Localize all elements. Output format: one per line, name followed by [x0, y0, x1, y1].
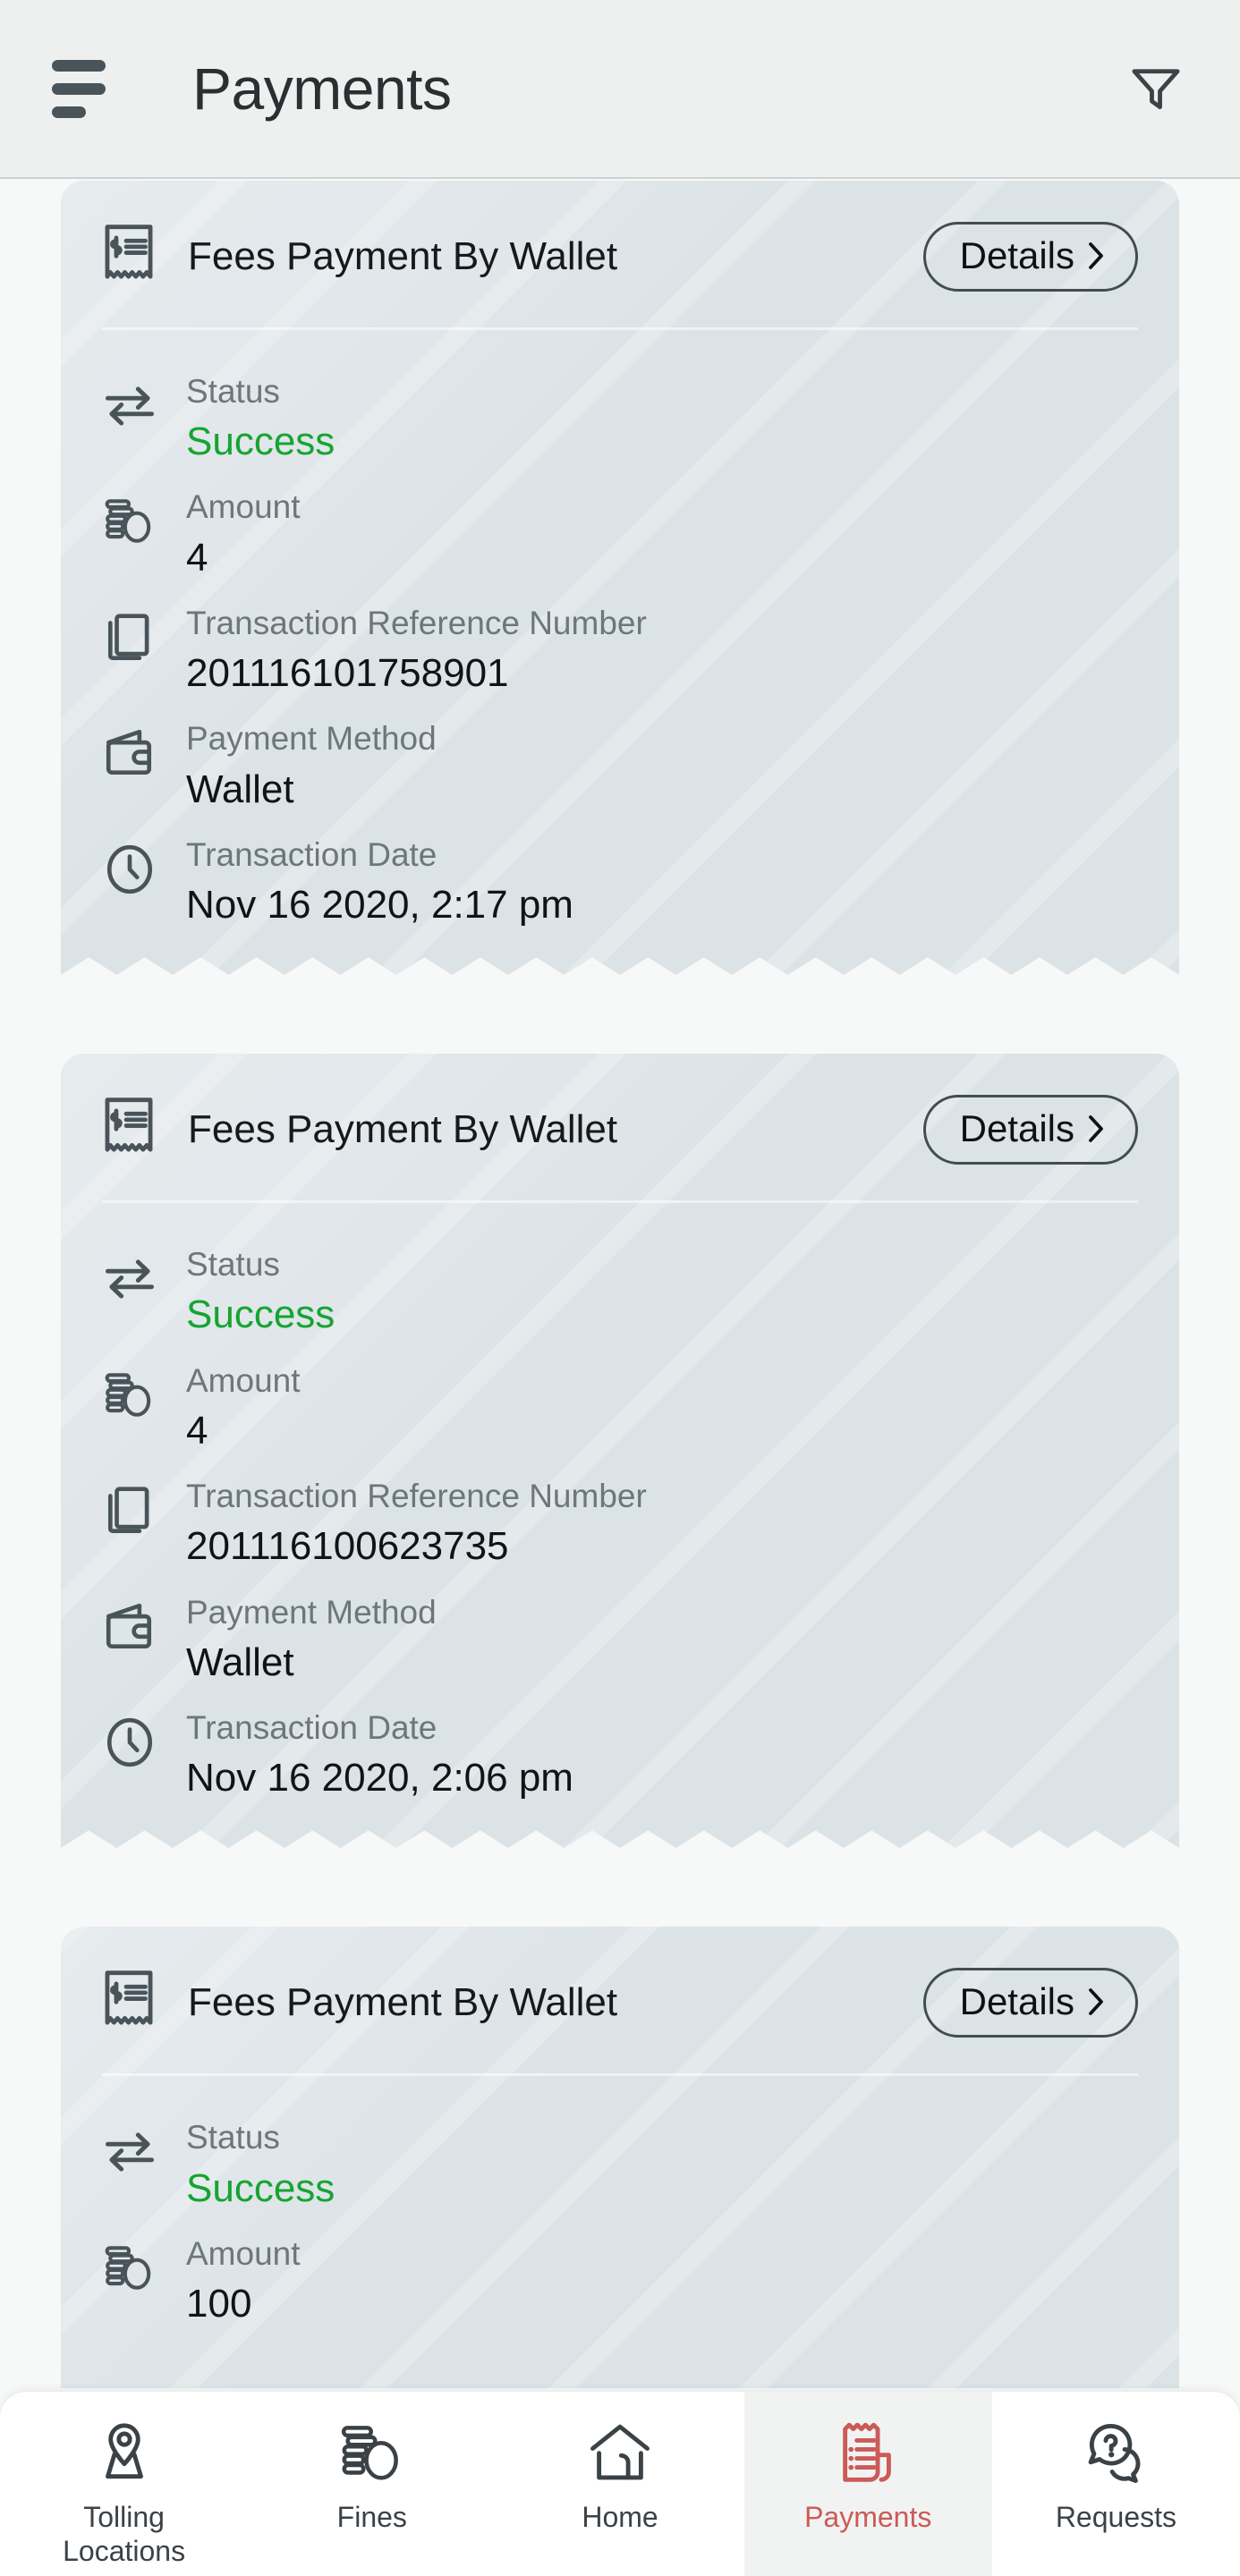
- method-value: Wallet: [186, 767, 294, 811]
- transfer-arrows-icon: [106, 386, 154, 426]
- amount-value: 100: [186, 2282, 252, 2326]
- amount-label: Amount: [186, 1361, 301, 1399]
- nav-label: Home: [582, 2501, 658, 2533]
- bottom-navigation: Tolling Locations Fines Home Payments Re…: [0, 2392, 1240, 2576]
- amount-row: Amount 4: [102, 467, 1138, 582]
- status-row: Status Success: [102, 2097, 1138, 2213]
- amount-label: Amount: [186, 2234, 301, 2272]
- status-value: Success: [186, 2165, 335, 2210]
- payments-list[interactable]: Fees Payment By Wallet Details Status Su…: [0, 181, 1240, 2392]
- hamburger-line-3: [52, 106, 86, 118]
- method-label: Payment Method: [186, 1593, 437, 1631]
- chevron-right-icon: [1089, 242, 1103, 269]
- wallet-icon: [106, 730, 152, 775]
- reference-value: 201116100623735: [186, 1524, 509, 1569]
- coins-stack-icon: [105, 2246, 151, 2290]
- home-house-icon: [585, 2415, 655, 2492]
- page-title: Payments: [192, 55, 452, 122]
- date-row: Transaction Date Nov 16 2020, 2:06 pm: [102, 1688, 1138, 1803]
- documents-copy-icon: [107, 614, 149, 660]
- chevron-right-icon: [1089, 1115, 1103, 1143]
- details-button-label: Details: [959, 1107, 1074, 1150]
- status-value: Success: [186, 419, 335, 464]
- nav-label: Requests: [1055, 2501, 1176, 2533]
- reference-label: Transaction Reference Number: [186, 604, 647, 641]
- clock-icon: [106, 844, 153, 894]
- details-button[interactable]: Details: [922, 1095, 1138, 1165]
- documents-copy-icon: [107, 1487, 149, 1534]
- amount-value: 4: [186, 535, 208, 580]
- question-chat-bubbles-icon: [1081, 2415, 1151, 2492]
- method-row: Payment Method Wallet: [102, 1572, 1138, 1688]
- reference-value: 201116101758901: [186, 651, 509, 696]
- hamburger-line-1: [52, 59, 106, 72]
- receipt-icon: [105, 225, 153, 279]
- reference-row: Transaction Reference Number 20111610175…: [102, 583, 1138, 699]
- coins-stack-icon: [337, 2415, 407, 2492]
- method-row: Payment Method Wallet: [102, 699, 1138, 814]
- hamburger-menu-icon[interactable]: [52, 59, 109, 118]
- nav-item-home[interactable]: Home: [496, 2392, 743, 2576]
- reference-row: Transaction Reference Number 20111610062…: [102, 1456, 1138, 1572]
- date-label: Transaction Date: [186, 1708, 437, 1746]
- date-label: Transaction Date: [186, 835, 437, 873]
- date-value: Nov 16 2020, 2:06 pm: [186, 1756, 573, 1801]
- payment-card[interactable]: Fees Payment By Wallet Details Status Su…: [61, 1927, 1179, 2389]
- status-row: Status Success: [102, 352, 1138, 467]
- nav-item-requests[interactable]: Requests: [992, 2392, 1240, 2576]
- coins-stack-icon: [105, 499, 151, 544]
- app-header: Payments: [0, 0, 1240, 179]
- transfer-arrows-icon: [106, 2132, 154, 2172]
- amount-row: Amount 4: [102, 1341, 1138, 1456]
- payment-card-title: Fees Payment By Wallet: [188, 234, 618, 278]
- details-button[interactable]: Details: [922, 222, 1138, 292]
- details-button[interactable]: Details: [922, 1968, 1138, 2038]
- payment-card-title: Fees Payment By Wallet: [188, 1107, 618, 1152]
- transfer-arrows-icon: [106, 1259, 154, 1299]
- map-pin-location-icon: [89, 2415, 159, 2492]
- payment-card-header: Fees Payment By Wallet Details: [61, 1927, 1179, 2043]
- payment-card-header: Fees Payment By Wallet Details: [61, 181, 1179, 297]
- status-label: Status: [186, 1246, 280, 1284]
- details-button-label: Details: [959, 234, 1074, 276]
- nav-label: Tolling Locations: [63, 2501, 186, 2567]
- amount-label: Amount: [186, 488, 301, 526]
- payment-card[interactable]: Fees Payment By Wallet Details Status Su…: [61, 1054, 1179, 1863]
- method-value: Wallet: [186, 1640, 294, 1684]
- payment-card[interactable]: Fees Payment By Wallet Details Status Su…: [61, 181, 1179, 990]
- reference-label: Transaction Reference Number: [186, 1478, 647, 1515]
- hamburger-line-2: [52, 82, 106, 95]
- nav-item-fines[interactable]: Fines: [248, 2392, 496, 2576]
- receipt-bill-icon: [833, 2415, 903, 2492]
- status-row: Status Success: [102, 1224, 1138, 1340]
- date-value: Nov 16 2020, 2:17 pm: [186, 883, 573, 927]
- receipt-icon: [105, 1970, 153, 2025]
- nav-label: Fines: [336, 2501, 407, 2533]
- wallet-icon: [106, 1603, 152, 1648]
- status-label: Status: [186, 2119, 280, 2157]
- receipt-icon: [105, 1097, 153, 1152]
- coins-stack-icon: [105, 1372, 151, 1417]
- status-label: Status: [186, 373, 280, 410]
- nav-label: Payments: [804, 2501, 932, 2533]
- date-row: Transaction Date Nov 16 2020, 2:17 pm: [102, 815, 1138, 930]
- filter-funnel-icon[interactable]: [1118, 51, 1193, 126]
- payment-card-header: Fees Payment By Wallet Details: [61, 1054, 1179, 1170]
- payment-card-title: Fees Payment By Wallet: [188, 1980, 618, 2025]
- chevron-right-icon: [1089, 1988, 1103, 2016]
- amount-value: 4: [186, 1408, 208, 1453]
- status-value: Success: [186, 1292, 335, 1337]
- amount-row: Amount 100: [102, 2214, 1138, 2329]
- method-label: Payment Method: [186, 720, 437, 758]
- nav-item-tolling-locations[interactable]: Tolling Locations: [0, 2392, 248, 2576]
- clock-icon: [106, 1717, 153, 1767]
- nav-item-payments[interactable]: Payments: [743, 2392, 992, 2576]
- details-button-label: Details: [959, 1980, 1074, 2023]
